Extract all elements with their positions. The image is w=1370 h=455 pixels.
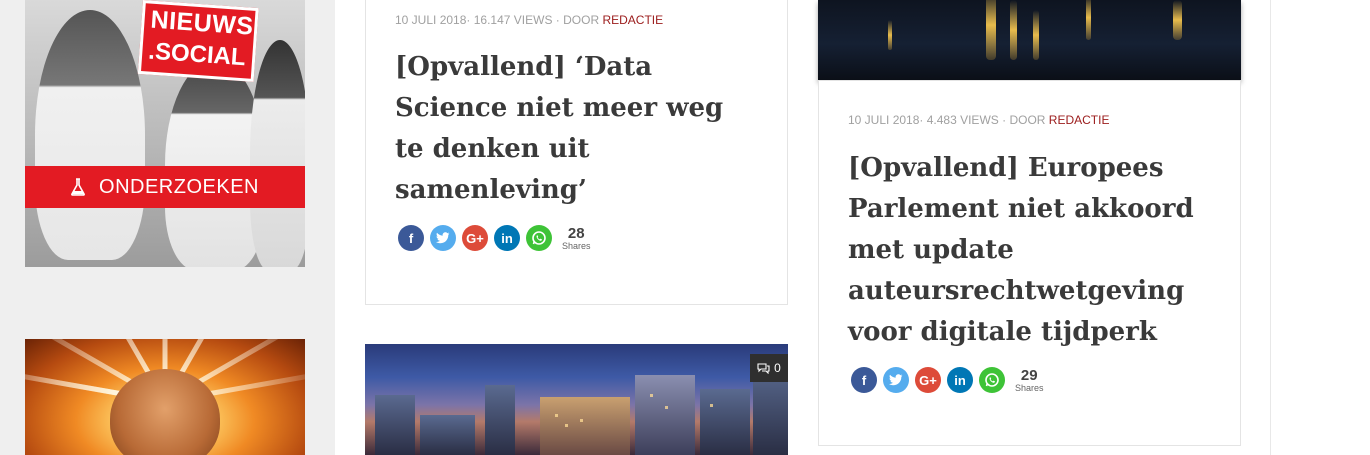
light-reflection	[1033, 10, 1039, 60]
light-reflection	[1010, 0, 1017, 60]
logo-text-line2: .SOCIAL	[147, 37, 247, 72]
share-count: 29 Shares	[1015, 368, 1044, 393]
google-plus-icon[interactable]: G+	[915, 367, 941, 393]
ad-banner-label: ONDERZOEKEN	[99, 175, 259, 198]
article-meta: 10 JULI 2018· 4.483 VIEWS · DOOR REDACTI…	[848, 113, 1110, 127]
light-reflection	[1173, 0, 1182, 40]
title-line: samenleving’	[395, 175, 587, 205]
twitter-icon[interactable]	[430, 225, 456, 251]
linkedin-icon[interactable]: in	[947, 367, 973, 393]
building	[485, 385, 515, 455]
logo-text-line1: NIEUWS	[149, 5, 255, 41]
window-light	[580, 419, 583, 422]
article-views: 4.483 VIEWS	[926, 113, 999, 127]
article-author-link[interactable]: REDACTIE	[1049, 113, 1110, 127]
comments-icon	[757, 362, 770, 374]
title-line: auteursrechtwetgeving	[848, 276, 1185, 306]
window-light	[665, 406, 668, 409]
building	[635, 375, 695, 455]
share-bar: f G+ in 28 Shares	[398, 225, 591, 251]
window-light	[555, 414, 558, 417]
whatsapp-icon[interactable]	[979, 367, 1005, 393]
article-by: DOOR	[1009, 113, 1046, 127]
flask-icon	[71, 178, 85, 196]
facebook-icon[interactable]: f	[398, 225, 424, 251]
article-date: 10 JULI 2018	[848, 113, 920, 127]
comment-count: 0	[774, 361, 781, 375]
window-light	[650, 394, 653, 397]
ad-banner[interactable]: ONDERZOEKEN	[25, 166, 305, 208]
sidebar: NIEUWS .SOCIAL ONDERZOEKEN	[0, 0, 335, 455]
article-by: DOOR	[563, 13, 600, 27]
light-reflection	[888, 20, 892, 50]
facebook-icon[interactable]: f	[851, 367, 877, 393]
share-bar: f G+ in 29 Shares	[851, 367, 1044, 393]
title-line: met update	[848, 235, 1014, 265]
article-card: 10 JULI 2018· 16.147 VIEWS · DOOR REDACT…	[365, 0, 788, 305]
column-divider	[1270, 0, 1271, 455]
share-count-number: 28	[567, 224, 585, 242]
nieuws-social-logo: NIEUWS .SOCIAL	[137, 0, 259, 82]
ad-photo-scientist	[250, 40, 305, 267]
title-line: te denken uit	[395, 134, 590, 164]
share-count-label: Shares	[1015, 382, 1044, 393]
share-count-number: 29	[1020, 366, 1038, 384]
ad-nieuws-social-onderzoeken[interactable]: NIEUWS .SOCIAL ONDERZOEKEN	[25, 0, 305, 267]
article-image-link[interactable]	[818, 0, 1241, 80]
page: NIEUWS .SOCIAL ONDERZOEKEN 10 JULI 2018·…	[0, 0, 1370, 455]
article-views: 16.147 VIEWS	[473, 13, 553, 27]
article-image-link[interactable]: 0	[365, 344, 788, 455]
whatsapp-icon[interactable]	[526, 225, 552, 251]
share-count: 28 Shares	[562, 226, 591, 251]
title-line: [Opvallend] Europees	[848, 153, 1164, 183]
article-title-link[interactable]: [Opvallend] ‘Data Science niet meer weg …	[395, 47, 775, 211]
building	[540, 397, 630, 455]
article-author-link[interactable]: REDACTIE	[602, 13, 663, 27]
ad-photo-scientist	[35, 10, 145, 260]
title-line: Science niet meer weg	[395, 93, 724, 123]
article-meta: 10 JULI 2018· 16.147 VIEWS · DOOR REDACT…	[395, 13, 664, 27]
linkedin-icon[interactable]: in	[494, 225, 520, 251]
google-plus-icon[interactable]: G+	[462, 225, 488, 251]
window-light	[710, 404, 713, 407]
window-light	[565, 424, 568, 427]
title-line: voor digitale tijdperk	[848, 317, 1157, 347]
comment-count-badge[interactable]: 0	[750, 354, 788, 382]
article-card: 10 JULI 2018· 4.483 VIEWS · DOOR REDACTI…	[818, 80, 1241, 446]
article-title-link[interactable]: [Opvallend] Europees Parlement niet akko…	[848, 148, 1233, 353]
ad-headache-image[interactable]	[25, 339, 305, 455]
building	[420, 415, 475, 455]
light-reflection	[1086, 0, 1091, 40]
title-line: [Opvallend] ‘Data	[395, 52, 653, 82]
light-reflection	[986, 0, 996, 60]
twitter-icon[interactable]	[883, 367, 909, 393]
share-count-label: Shares	[562, 240, 591, 251]
title-line: Parlement niet akkoord	[848, 194, 1194, 224]
building	[700, 389, 750, 455]
building	[375, 395, 415, 455]
article-date: 10 JULI 2018	[395, 13, 467, 27]
